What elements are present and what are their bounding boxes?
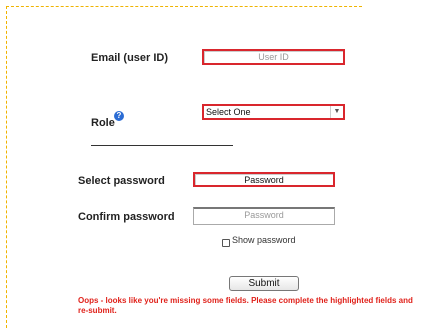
password-field[interactable]: Password [193, 172, 335, 187]
show-password-checkbox[interactable] [222, 239, 230, 247]
select-password-label: Select password [78, 175, 165, 187]
email-label: Email (user ID) [91, 52, 169, 64]
error-message: Oops - looks like you're missing some fi… [78, 296, 413, 315]
role-selected-value: Select One [206, 107, 251, 117]
section-divider [91, 145, 233, 146]
role-label: Role [91, 117, 115, 129]
show-password-label: Show password [232, 235, 296, 245]
question-circle-icon[interactable]: ? [114, 111, 124, 121]
frame-top-border [6, 6, 362, 7]
confirm-password-field[interactable]: Password [193, 207, 335, 225]
confirm-password-label: Confirm password [78, 211, 175, 223]
email-field[interactable]: User ID [202, 49, 345, 65]
frame-left-border [6, 6, 7, 328]
submit-button[interactable]: Submit [229, 276, 299, 291]
role-select[interactable]: Select One ▼ [202, 104, 345, 120]
chevron-down-icon: ▼ [330, 106, 343, 118]
